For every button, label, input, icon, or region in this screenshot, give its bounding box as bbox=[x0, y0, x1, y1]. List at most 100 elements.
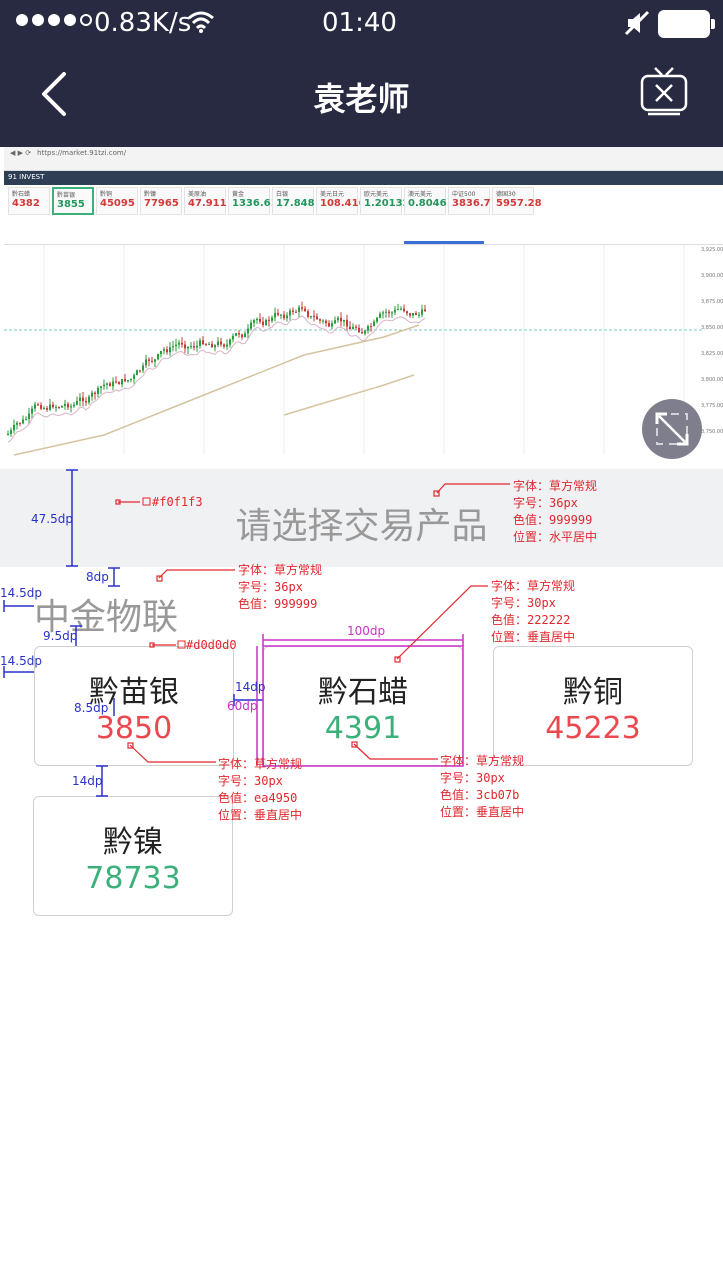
ticker-item[interactable]: 中证500 3836.7 bbox=[448, 187, 491, 215]
candle bbox=[214, 344, 216, 352]
candle bbox=[139, 369, 141, 373]
candle bbox=[343, 319, 345, 327]
candle bbox=[127, 379, 129, 383]
candle bbox=[271, 315, 273, 323]
ticker-item[interactable]: 白银 17.848 bbox=[272, 187, 315, 215]
candle bbox=[400, 306, 402, 311]
ticker-item[interactable]: 美元日元 108.416 bbox=[316, 187, 366, 215]
ticker-item[interactable]: 澳元美元 0.8046 bbox=[404, 187, 447, 215]
price-tick: 3,775.00 bbox=[701, 403, 723, 409]
product-name: 黔镍 bbox=[103, 825, 163, 860]
ticker-item[interactable]: 德国30 5957.28 bbox=[492, 187, 542, 215]
candle bbox=[226, 339, 228, 351]
candle bbox=[76, 396, 78, 406]
candle bbox=[13, 419, 15, 434]
candle bbox=[109, 381, 111, 387]
candle bbox=[283, 310, 285, 321]
candle bbox=[103, 379, 105, 390]
candle bbox=[388, 309, 390, 318]
candle bbox=[73, 402, 75, 408]
battery-icon bbox=[658, 10, 715, 38]
candle bbox=[178, 339, 180, 349]
candle bbox=[337, 316, 339, 323]
candle bbox=[130, 378, 132, 383]
ticker-name: 澳元美元 bbox=[408, 191, 433, 198]
ticker-item[interactable]: 欧元美元 1.20132 bbox=[360, 187, 410, 215]
candle bbox=[205, 343, 207, 346]
candle bbox=[37, 402, 39, 407]
candle bbox=[313, 310, 315, 322]
candle bbox=[79, 392, 81, 407]
candle bbox=[241, 333, 243, 340]
candle bbox=[346, 314, 348, 332]
dim-band-gap: 8dp bbox=[86, 570, 109, 584]
ticker-name: 美原油 bbox=[188, 191, 207, 198]
candle bbox=[199, 338, 201, 349]
ticker-value: 5957.28 bbox=[496, 198, 542, 209]
ticker-item[interactable]: 黔铜 45095 bbox=[96, 187, 138, 215]
candle bbox=[418, 311, 420, 319]
candle bbox=[304, 306, 306, 312]
candle bbox=[376, 316, 378, 324]
candle bbox=[190, 342, 192, 349]
candle bbox=[307, 309, 309, 319]
candle bbox=[70, 403, 72, 413]
candle bbox=[88, 394, 90, 405]
chart-preview[interactable]: ◀ ▶ ⟳ https://market.91tzi.com/ 91 INVEST… bbox=[4, 147, 723, 469]
candle bbox=[64, 399, 66, 410]
candle bbox=[97, 385, 99, 398]
price-tick: 3,800.00 bbox=[701, 377, 723, 383]
candle bbox=[100, 385, 102, 394]
candle bbox=[385, 308, 387, 318]
ticker-item[interactable]: 美原油 47.911 bbox=[184, 187, 227, 215]
candle bbox=[232, 333, 234, 343]
candle bbox=[274, 307, 276, 322]
candle bbox=[211, 340, 213, 348]
candle bbox=[412, 313, 414, 319]
candle bbox=[256, 317, 258, 324]
candle bbox=[247, 324, 249, 339]
candle bbox=[49, 398, 51, 412]
candle bbox=[358, 324, 360, 333]
candle bbox=[301, 301, 303, 312]
candle bbox=[367, 324, 369, 334]
ticker-value: 3855 bbox=[57, 199, 85, 210]
candle bbox=[298, 304, 300, 318]
dim-side-margin-card: 14.5dp bbox=[0, 654, 42, 668]
ticker-item[interactable]: 黔石蜡 4382 bbox=[8, 187, 50, 215]
candle bbox=[286, 312, 288, 322]
ticker-item[interactable]: 黄金 1336.61 bbox=[228, 187, 278, 215]
candle bbox=[184, 340, 186, 354]
candle bbox=[55, 404, 57, 412]
product-card-4[interactable]: 黔镍 78733 bbox=[33, 796, 233, 916]
product-price: 3850 bbox=[95, 711, 173, 746]
candle bbox=[22, 415, 24, 425]
product-card-3[interactable]: 黔铜 45223 bbox=[493, 646, 693, 766]
tv-close-button[interactable] bbox=[638, 66, 690, 116]
status-bar: 0.83K/s 01:40 bbox=[0, 0, 723, 48]
candle bbox=[82, 391, 84, 407]
candle bbox=[169, 341, 171, 357]
candle bbox=[142, 362, 144, 373]
ticker-name: 黄金 bbox=[232, 191, 245, 198]
ticker-value: 17.848 bbox=[276, 198, 315, 209]
candle bbox=[259, 313, 261, 324]
ticker-name: 黔苗银 bbox=[57, 192, 76, 199]
ticker-name: 黔镍 bbox=[144, 191, 157, 198]
price-tick: 3,750.00 bbox=[701, 429, 723, 435]
dim-category-gap: 9.5dp bbox=[43, 629, 78, 643]
candle bbox=[424, 304, 426, 312]
product-card-1[interactable]: 黔苗银 3850 bbox=[34, 646, 234, 766]
dim-band-height: 47.5dp bbox=[31, 512, 73, 526]
candle bbox=[262, 316, 264, 328]
fullscreen-button[interactable] bbox=[642, 399, 702, 459]
candle bbox=[160, 350, 162, 358]
candle bbox=[310, 315, 312, 319]
ticker-item[interactable]: 黔苗银 3855 bbox=[52, 187, 94, 215]
annotation-card-name: 字体：草方常规 字号：30px 色值：222222 位置：垂直居中 bbox=[491, 579, 576, 644]
candle bbox=[340, 312, 342, 327]
annotation-price-red: 字体：草方常规 字号：30px 色值：ea4950 位置：垂直居中 bbox=[218, 757, 303, 822]
ticker-item[interactable]: 黔镍 77965 bbox=[140, 187, 182, 215]
candle bbox=[172, 340, 174, 352]
product-card-2[interactable]: 黔石蜡 4391 bbox=[263, 646, 463, 766]
